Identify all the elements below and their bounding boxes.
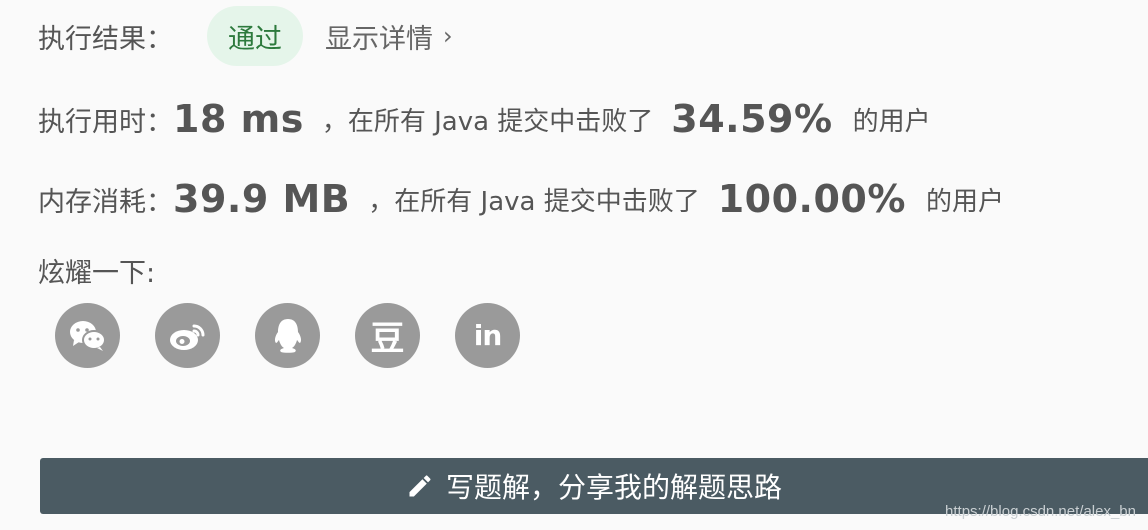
runtime-percent: 34.59% bbox=[671, 97, 833, 141]
pencil-icon bbox=[406, 472, 434, 500]
douban-glyph: 豆 bbox=[370, 319, 405, 359]
memory-label: 内存消耗： bbox=[38, 186, 173, 218]
show-details-link[interactable]: 显示详情 › bbox=[325, 17, 453, 56]
runtime-row: 执行用时： 18 ms ，在所有 Java 提交中击败了 34.59% 的用户 bbox=[38, 90, 931, 148]
runtime-label: 执行用时： bbox=[38, 106, 173, 138]
wechat-icon[interactable] bbox=[55, 303, 120, 368]
share-row: 炫耀一下: bbox=[38, 248, 155, 292]
chevron-right-icon: › bbox=[443, 22, 453, 50]
share-label: 炫耀一下: bbox=[38, 257, 156, 289]
runtime-value: 18 ms bbox=[173, 97, 304, 141]
watermark: https://blog.csdn.net/alex_bn bbox=[945, 503, 1136, 520]
runtime-middle-text: ，在所有 Java 提交中击败了 bbox=[321, 106, 654, 137]
result-label: 执行结果： bbox=[38, 23, 173, 55]
share-icons: 豆 in bbox=[55, 303, 555, 368]
status-badge: 通过 bbox=[207, 6, 303, 66]
memory-suffix: 的用户 bbox=[925, 186, 1004, 217]
memory-percent: 100.00% bbox=[717, 177, 906, 221]
show-details-label: 显示详情 bbox=[325, 23, 433, 55]
linkedin-icon[interactable]: in bbox=[455, 303, 520, 368]
result-row: 执行结果： 通过 显示详情 › bbox=[38, 6, 453, 66]
memory-value: 39.9 MB bbox=[173, 177, 351, 221]
memory-middle-text: ，在所有 Java 提交中击败了 bbox=[368, 186, 700, 217]
memory-row: 内存消耗： 39.9 MB ，在所有 Java 提交中击败了 100.00% 的… bbox=[38, 170, 1004, 228]
runtime-suffix: 的用户 bbox=[852, 106, 931, 137]
linkedin-glyph: in bbox=[473, 319, 503, 352]
submission-result-page: 执行结果： 通过 显示详情 › 执行用时： 18 ms ，在所有 Java 提交… bbox=[0, 0, 1148, 530]
qq-icon[interactable] bbox=[255, 303, 320, 368]
douban-icon[interactable]: 豆 bbox=[355, 303, 420, 368]
write-solution-label: 写题解，分享我的解题思路 bbox=[445, 471, 782, 504]
weibo-icon[interactable] bbox=[155, 303, 220, 368]
